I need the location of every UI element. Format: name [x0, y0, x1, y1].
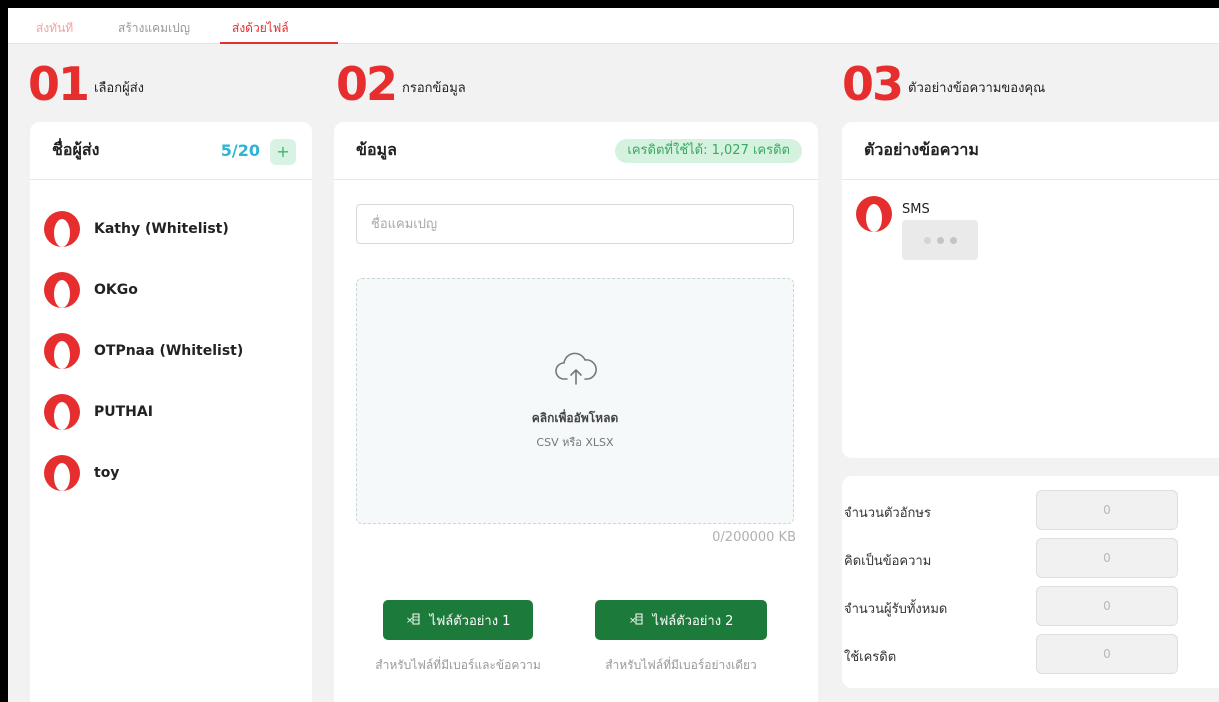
file-upload-dropzone[interactable]: คลิกเพื่ออัพโหลด CSV หรือ XLSX [356, 278, 794, 524]
form-card-header: ข้อมูล เครดิตที่ใช้ได้: 1,027 เครดิต [334, 122, 818, 180]
tab-send-by-file[interactable]: ส่งด้วยไฟล์ [232, 19, 289, 38]
stat-label: จำนวนตัวอักษร [844, 506, 931, 521]
step-2-label: กรอกข้อมูล [402, 80, 466, 96]
app-frame: ส่งทันที สร้างแคมเปญ ส่งด้วยไฟล์ 01 เลือ… [8, 8, 1219, 702]
user-avatar-icon [44, 210, 80, 247]
sender-item-kathy[interactable]: Kathy (Whitelist) [30, 198, 312, 259]
sender-list: Kathy (Whitelist) OKGo OTPnaa (Whitelist… [30, 180, 312, 503]
upload-format-hint: CSV หรือ XLSX [536, 436, 614, 449]
sample-file-1-label: ไฟล์ตัวอย่าง 1 [429, 613, 511, 629]
step-1-number: 01 [28, 57, 90, 111]
stat-label: ใช้เครดิต [844, 650, 897, 665]
upload-title: คลิกเพื่ออัพโหลด [531, 411, 619, 425]
tab-create-campaign[interactable]: สร้างแคมเปญ [118, 19, 190, 38]
sender-item-okgo[interactable]: OKGo [30, 259, 312, 320]
step-2-number: 02 [336, 57, 398, 111]
credit-badge: เครดิตที่ใช้ได้: 1,027 เครดิต [615, 139, 802, 163]
sample-file-1-note: สำหรับไฟล์ที่มีเบอร์และข้อความ [375, 658, 541, 672]
stat-value: 0 [1036, 586, 1178, 626]
form-card-title: ข้อมูล [356, 140, 397, 159]
stat-recipient-count: จำนวนผู้รับทั้งหมด 0 [842, 586, 1219, 626]
stats-card: จำนวนตัวอักษร 0 คิดเป็นข้อความ 0 จำนวนผู… [842, 476, 1219, 688]
preview-card: ตัวอย่างข้อความ SMS [842, 122, 1219, 458]
form-card: ข้อมูล เครดิตที่ใช้ได้: 1,027 เครดิต คลิ… [334, 122, 818, 702]
file-size-counter: 0/200000 KB [712, 530, 796, 545]
typing-dot [936, 236, 944, 244]
user-avatar-icon [44, 393, 80, 430]
typing-dot [923, 236, 931, 244]
svg-text:×: × [406, 616, 414, 625]
step-1-label: เลือกผู้ส่ง [94, 80, 145, 96]
sample-file-2-label: ไฟล์ตัวอย่าง 2 [652, 613, 734, 629]
campaign-name-input[interactable] [356, 204, 794, 244]
message-bubble [902, 220, 978, 260]
sender-name: PUTHAI [94, 403, 153, 420]
tab-bar: ส่งทันที สร้างแคมเปญ ส่งด้วยไฟล์ [8, 8, 1219, 44]
stat-value: 0 [1036, 538, 1178, 578]
sample-file-1-button[interactable]: × ไฟล์ตัวอย่าง 1 [383, 600, 533, 640]
sender-item-toy[interactable]: toy [30, 442, 312, 503]
sample-file-2-button[interactable]: × ไฟล์ตัวอย่าง 2 [595, 600, 767, 640]
sender-count: 5/20 [220, 141, 260, 160]
stat-label: จำนวนผู้รับทั้งหมด [844, 602, 948, 617]
stat-credit-used: ใช้เครดิต 0 [842, 634, 1219, 674]
sender-name: OTPnaa (Whitelist) [94, 342, 244, 359]
sender-item-otpnaa[interactable]: OTPnaa (Whitelist) [30, 320, 312, 381]
sender-name: Kathy (Whitelist) [94, 220, 229, 237]
sender-name: toy [94, 464, 120, 481]
sender-name: OKGo [94, 281, 138, 298]
stat-character-count: จำนวนตัวอักษร 0 [842, 490, 1219, 530]
user-avatar-icon [44, 271, 80, 308]
active-tab-indicator [220, 42, 338, 44]
message-channel-label: SMS [902, 202, 930, 217]
tab-send-now[interactable]: ส่งทันที [36, 19, 73, 38]
step-3-number: 03 [842, 57, 904, 111]
step-2-header: 02 กรอกข้อมูล [336, 60, 466, 108]
cloud-upload-icon [554, 351, 598, 387]
preview-card-title: ตัวอย่างข้อความ [864, 140, 979, 159]
stat-message-count: คิดเป็นข้อความ 0 [842, 538, 1219, 578]
step-3-label: ตัวอย่างข้อความของคุณ [908, 80, 1046, 96]
step-3-header: 03 ตัวอย่างข้อความของคุณ [842, 60, 1045, 108]
user-avatar-icon [44, 454, 80, 491]
sample-file-2-note: สำหรับไฟล์ที่มีเบอร์อย่างเดียว [605, 658, 757, 672]
stat-label: คิดเป็นข้อความ [844, 554, 932, 569]
preview-card-header: ตัวอย่างข้อความ [842, 122, 1219, 180]
step-1-header: 01 เลือกผู้ส่ง [28, 60, 144, 108]
stat-value: 0 [1036, 490, 1178, 530]
add-sender-button[interactable]: + [270, 139, 296, 165]
sender-card: ชื่อผู้ส่ง 5/20 + Kathy (Whitelist) OKGo [30, 122, 312, 702]
user-avatar-icon [44, 332, 80, 369]
sender-card-header: ชื่อผู้ส่ง 5/20 + [30, 122, 312, 180]
sender-card-title: ชื่อผู้ส่ง [52, 140, 100, 159]
excel-icon: × [629, 613, 643, 628]
user-avatar-icon [856, 196, 892, 232]
stat-value: 0 [1036, 634, 1178, 674]
sender-item-puthai[interactable]: PUTHAI [30, 381, 312, 442]
typing-dot [949, 236, 957, 244]
svg-text:×: × [629, 616, 637, 625]
excel-icon: × [406, 613, 420, 628]
